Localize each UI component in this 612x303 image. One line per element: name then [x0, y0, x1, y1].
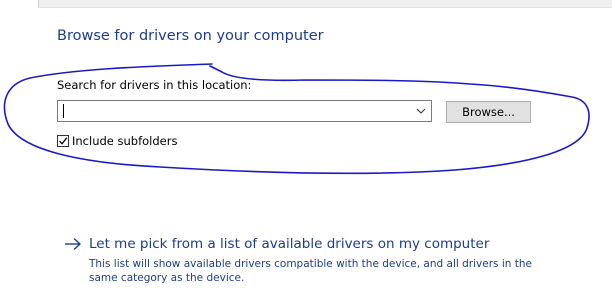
- checkmark-icon: [59, 137, 68, 145]
- top-strip: [0, 0, 612, 8]
- arrow-right-icon: [65, 237, 82, 251]
- chevron-down-icon: [416, 108, 426, 114]
- include-subfolders-row[interactable]: Include subfolders: [57, 134, 177, 148]
- location-label: Search for drivers in this location:: [57, 78, 252, 92]
- browse-button[interactable]: Browse...: [446, 101, 531, 123]
- driver-browse-page: Browse for drivers on your computer Sear…: [0, 0, 612, 303]
- include-subfolders-label: Include subfolders: [72, 134, 178, 148]
- window-edge: [38, 0, 612, 8]
- pick-from-list-title[interactable]: Let me pick from a list of available dri…: [89, 236, 489, 252]
- page-title: Browse for drivers on your computer: [57, 28, 324, 44]
- text-caret: [63, 104, 64, 118]
- dropdown-button[interactable]: [411, 101, 431, 121]
- include-subfolders-checkbox[interactable]: [57, 135, 69, 147]
- pick-from-list-link[interactable]: Let me pick from a list of available dri…: [64, 236, 489, 252]
- location-combobox[interactable]: [57, 100, 432, 122]
- pick-from-list-description: This list will show available drivers co…: [89, 258, 532, 284]
